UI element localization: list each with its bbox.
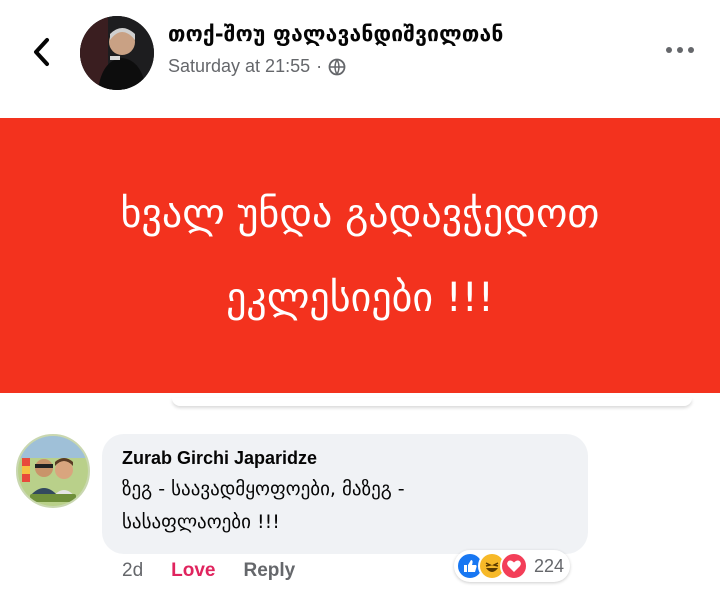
chevron-left-icon (34, 38, 49, 66)
post-text-card: ხვალ უნდა გადავჭედოთ ეკლესიები !!! (0, 118, 720, 393)
comment-text-line-1: ზეგ - საავადმყოფოები, მაზეგ - (122, 478, 405, 500)
post-text-line-1: ხვალ უნდა გადავჭედოთ (120, 190, 600, 237)
reactions-summary[interactable]: 224 (454, 550, 571, 582)
comment-actions: 2d Love Reply (122, 560, 295, 582)
more-options-button[interactable] (660, 40, 700, 60)
post-timestamp[interactable]: Saturday at 21:55 (168, 56, 310, 77)
reply-button[interactable]: Reply (244, 560, 296, 582)
commenter-photo (18, 436, 88, 506)
post-text-line-2: ეკლესიები !!! (226, 274, 494, 321)
comment-text-line-2: სასაფლაოები !!! (122, 511, 280, 533)
page-name[interactable]: თოქ-შოუ ფალავანდიშვილთან (168, 22, 503, 46)
avatar-photo (80, 16, 154, 90)
post-bottom-edge (172, 398, 692, 406)
love-button[interactable]: Love (171, 560, 215, 582)
meta-separator: · (316, 56, 323, 76)
post-header: თოქ-შოუ ფალავანდიშვილთან Saturday at 21:… (0, 0, 720, 112)
reaction-count: 224 (534, 555, 565, 576)
comment-author[interactable]: Zurab Girchi Japaridze (122, 448, 568, 469)
comment-bubble: Zurab Girchi Japaridze ზეგ - საავადმყოფო… (102, 434, 588, 554)
more-horizontal-icon (666, 47, 672, 53)
commenter-avatar[interactable] (16, 434, 90, 508)
globe-icon (328, 58, 346, 75)
back-button[interactable] (26, 34, 58, 70)
love-icon (500, 552, 528, 580)
comment-time[interactable]: 2d (122, 560, 143, 582)
post-meta: Saturday at 21:55 · (168, 56, 346, 77)
page-avatar[interactable] (80, 16, 154, 90)
